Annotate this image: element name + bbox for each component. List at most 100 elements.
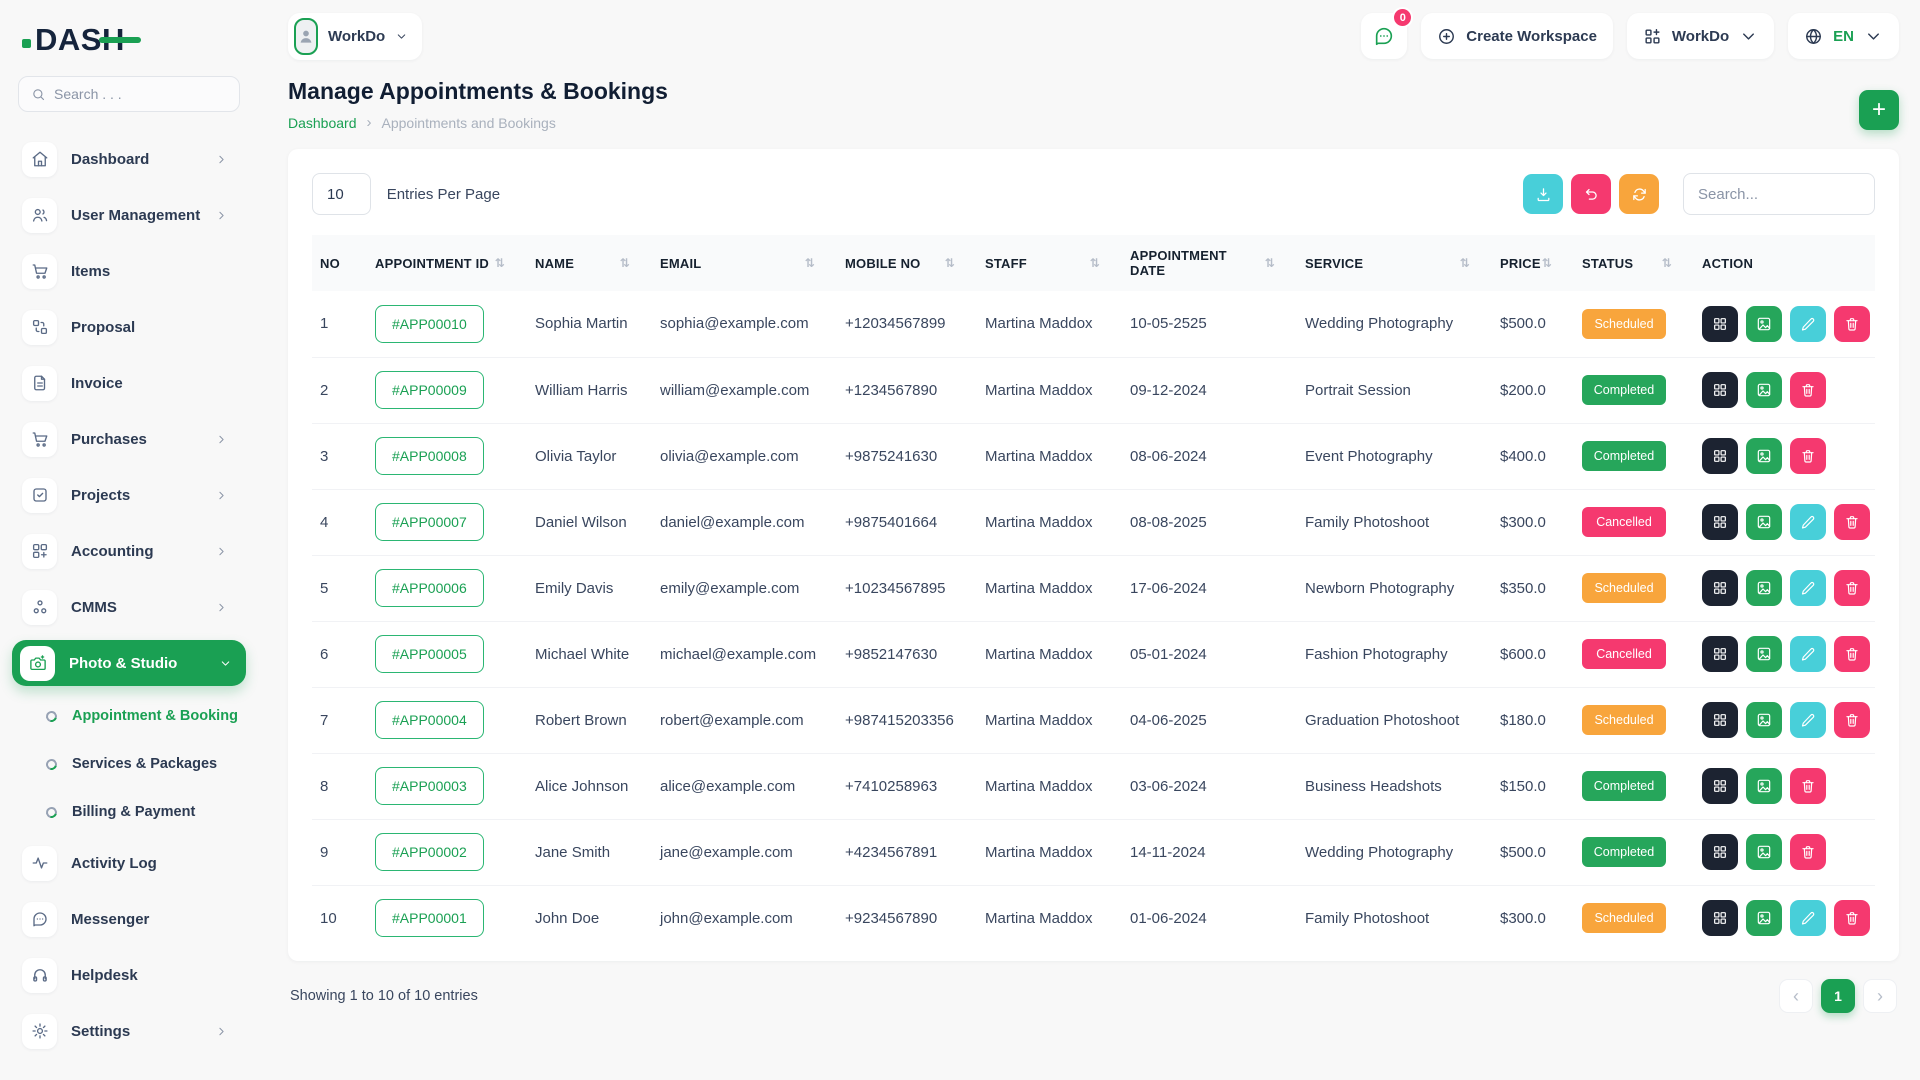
sidebar-item-settings[interactable]: Settings [18, 1008, 240, 1054]
sidebar-item-proposal[interactable]: Proposal [18, 304, 240, 350]
column-header-appointment-id[interactable]: APPOINTMENT ID⇅ [367, 235, 527, 291]
edit-action-button[interactable] [1790, 900, 1826, 936]
language-selector[interactable]: EN [1788, 13, 1899, 59]
sort-icon[interactable]: ⇅ [1460, 256, 1484, 270]
delete-action-button[interactable] [1790, 372, 1826, 408]
image-action-button[interactable] [1746, 834, 1782, 870]
image-action-button[interactable] [1746, 636, 1782, 672]
sidebar-item-messenger[interactable]: Messenger [18, 896, 240, 942]
breadcrumb-dashboard-link[interactable]: Dashboard [288, 115, 357, 131]
edit-action-button[interactable] [1790, 636, 1826, 672]
appointment-id-chip[interactable]: #APP00002 [375, 833, 484, 871]
sidebar-item-activity-log[interactable]: Activity Log [18, 840, 240, 886]
entries-per-page-select[interactable]: 10 [312, 173, 371, 215]
column-header-price[interactable]: PRICE⇅ [1492, 235, 1574, 291]
details-action-button[interactable] [1702, 306, 1738, 342]
image-action-button[interactable] [1746, 702, 1782, 738]
undo-button[interactable] [1571, 174, 1611, 214]
workspace-selector[interactable]: WorkDo [288, 13, 422, 60]
edit-action-button[interactable] [1790, 504, 1826, 540]
sidebar-item-purchases[interactable]: Purchases [18, 416, 240, 462]
image-action-button[interactable] [1746, 306, 1782, 342]
image-action-button[interactable] [1746, 900, 1782, 936]
appointment-id-chip[interactable]: #APP00010 [375, 305, 484, 343]
sort-icon[interactable]: ⇅ [1265, 256, 1289, 270]
invoice-icon [31, 374, 49, 392]
sidebar-search-input[interactable] [54, 86, 227, 102]
appointment-id-chip[interactable]: #APP00008 [375, 437, 484, 475]
messages-button[interactable]: 0 [1361, 13, 1407, 59]
sidebar-subitem-billing-and-payment[interactable]: Billing & Payment [18, 792, 240, 832]
sidebar-subitem-appointment-and-booking[interactable]: Appointment & Booking [18, 696, 240, 736]
column-header-email[interactable]: EMAIL⇅ [652, 235, 837, 291]
edit-action-button[interactable] [1790, 702, 1826, 738]
details-action-button[interactable] [1702, 636, 1738, 672]
image-action-button[interactable] [1746, 438, 1782, 474]
image-action-button[interactable] [1746, 570, 1782, 606]
appointment-id-chip[interactable]: #APP00001 [375, 899, 484, 937]
sidebar-item-invoice[interactable]: Invoice [18, 360, 240, 406]
column-header-status[interactable]: STATUS⇅ [1574, 235, 1694, 291]
details-action-button[interactable] [1702, 702, 1738, 738]
sort-icon[interactable]: ⇅ [1090, 256, 1114, 270]
column-header-name[interactable]: NAME⇅ [527, 235, 652, 291]
user-workspace-menu[interactable]: WorkDo [1627, 13, 1774, 59]
appointment-id-chip[interactable]: #APP00006 [375, 569, 484, 607]
sort-icon[interactable]: ⇅ [805, 256, 829, 270]
column-header-service[interactable]: SERVICE⇅ [1297, 235, 1492, 291]
delete-action-button[interactable] [1790, 834, 1826, 870]
appointment-id-chip[interactable]: #APP00007 [375, 503, 484, 541]
delete-action-button[interactable] [1834, 504, 1870, 540]
delete-action-button[interactable] [1834, 900, 1870, 936]
delete-action-button[interactable] [1790, 438, 1826, 474]
sort-icon[interactable]: ⇅ [495, 256, 519, 270]
pagination-next-button[interactable]: › [1863, 979, 1897, 1013]
column-header-appointment-date[interactable]: APPOINTMENT DATE⇅ [1122, 235, 1297, 291]
sort-icon[interactable]: ⇅ [945, 256, 969, 270]
delete-action-button[interactable] [1834, 306, 1870, 342]
table-search-input[interactable] [1683, 173, 1875, 215]
delete-action-button[interactable] [1834, 570, 1870, 606]
delete-action-button[interactable] [1834, 702, 1870, 738]
sort-icon[interactable]: ⇅ [1662, 256, 1686, 270]
details-action-button[interactable] [1702, 834, 1738, 870]
details-action-button[interactable] [1702, 900, 1738, 936]
sidebar-item-projects[interactable]: Projects [18, 472, 240, 518]
brand-logo[interactable]: DAS H [22, 18, 238, 62]
add-appointment-button[interactable]: + [1859, 90, 1899, 130]
sort-icon[interactable]: ⇅ [620, 256, 644, 270]
sidebar-item-accounting[interactable]: Accounting [18, 528, 240, 574]
sidebar-item-items[interactable]: Items [18, 248, 240, 294]
column-header-mobile-no[interactable]: MOBILE NO⇅ [837, 235, 977, 291]
export-button[interactable] [1523, 174, 1563, 214]
image-action-button[interactable] [1746, 768, 1782, 804]
sidebar-item-cmms[interactable]: CMMS [18, 584, 240, 630]
refresh-button[interactable] [1619, 174, 1659, 214]
details-action-button[interactable] [1702, 438, 1738, 474]
column-header-staff[interactable]: STAFF⇅ [977, 235, 1122, 291]
sidebar-item-helpdesk[interactable]: Helpdesk [18, 952, 240, 998]
sidebar-item-dashboard[interactable]: Dashboard [18, 136, 240, 182]
appointment-id-chip[interactable]: #APP00009 [375, 371, 484, 409]
image-action-button[interactable] [1746, 504, 1782, 540]
image-action-button[interactable] [1746, 372, 1782, 408]
appointment-id-chip[interactable]: #APP00005 [375, 635, 484, 673]
delete-action-button[interactable] [1834, 636, 1870, 672]
sidebar-subitem-services-and-packages[interactable]: Services & Packages [18, 744, 240, 784]
edit-action-button[interactable] [1790, 306, 1826, 342]
sort-icon[interactable]: ⇅ [1542, 256, 1566, 270]
sidebar-item-photo-and-studio[interactable]: Photo & Studio [12, 640, 246, 686]
details-action-button[interactable] [1702, 504, 1738, 540]
appointment-id-chip[interactable]: #APP00004 [375, 701, 484, 739]
details-action-button[interactable] [1702, 768, 1738, 804]
delete-action-button[interactable] [1790, 768, 1826, 804]
details-action-button[interactable] [1702, 372, 1738, 408]
sidebar-search[interactable] [18, 76, 240, 112]
pagination-page-button[interactable]: 1 [1821, 979, 1855, 1013]
edit-action-button[interactable] [1790, 570, 1826, 606]
appointment-id-chip[interactable]: #APP00003 [375, 767, 484, 805]
details-action-button[interactable] [1702, 570, 1738, 606]
sidebar-item-user-management[interactable]: User Management [18, 192, 240, 238]
create-workspace-button[interactable]: Create Workspace [1421, 13, 1613, 59]
pagination-prev-button[interactable]: ‹ [1779, 979, 1813, 1013]
